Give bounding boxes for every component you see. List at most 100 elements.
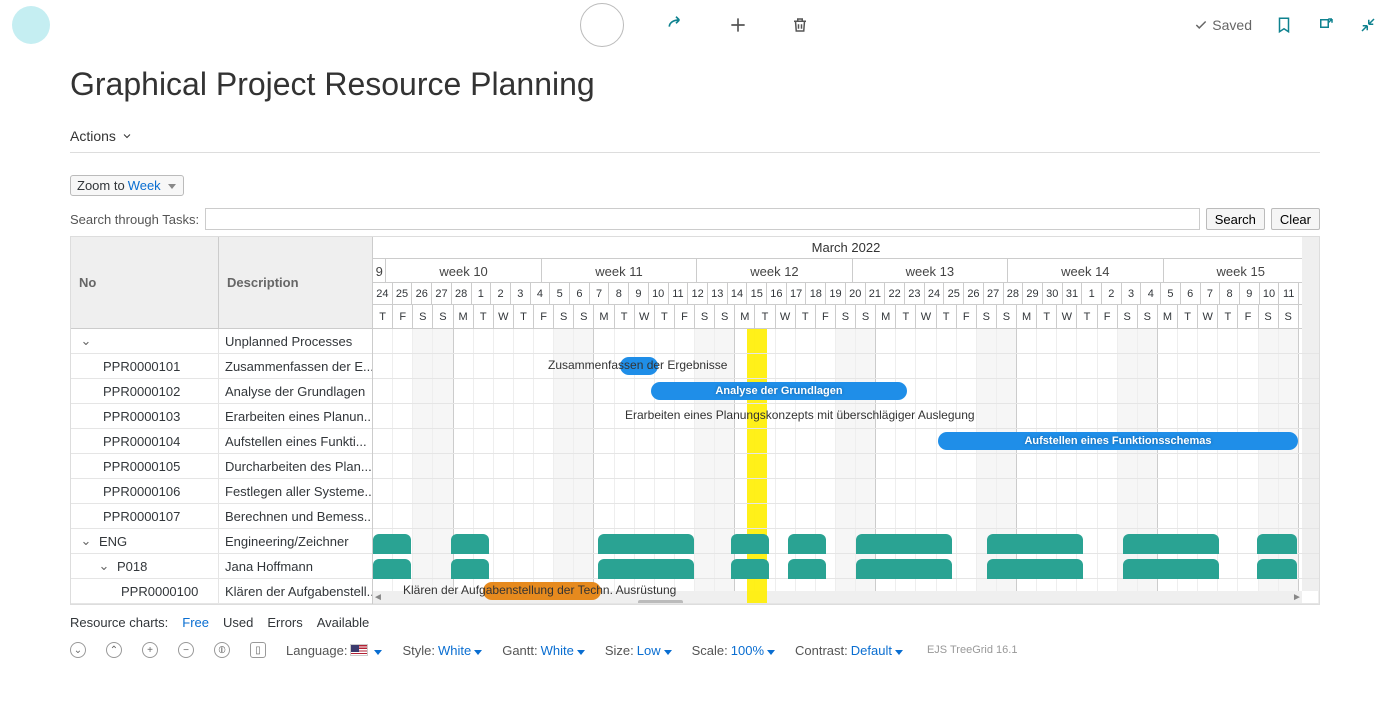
config-zoom-reset-button[interactable]: ⦶ bbox=[214, 642, 230, 658]
table-row[interactable]: PPR0000105Durcharbeiten des Plan... bbox=[71, 454, 372, 479]
search-button[interactable]: Search bbox=[1206, 208, 1265, 230]
gantt-bar[interactable]: Aufstellen eines Funktionsschemas bbox=[938, 432, 1298, 450]
style-select[interactable]: Style:White bbox=[402, 643, 482, 658]
gantt-row[interactable]: Zusammenfassen der Ergebnisse bbox=[373, 354, 1319, 379]
gantt-bar[interactable] bbox=[731, 534, 769, 554]
config-expand-up-button[interactable]: ⌃ bbox=[106, 642, 122, 658]
bookmark-button[interactable] bbox=[1274, 15, 1294, 35]
timeline-day: 12 bbox=[688, 283, 708, 304]
expander-icon[interactable]: ⌄ bbox=[97, 558, 111, 574]
size-select[interactable]: Size:Low bbox=[605, 643, 672, 658]
resource-chart-option[interactable]: Free bbox=[182, 615, 209, 630]
row-description: Festlegen aller Systeme... bbox=[219, 479, 372, 503]
timeline-dow: S bbox=[997, 305, 1017, 328]
delete-button[interactable] bbox=[790, 15, 810, 35]
timeline-day: 14 bbox=[728, 283, 748, 304]
language-select[interactable]: Language: bbox=[286, 643, 382, 658]
zoom-select[interactable]: Zoom to Week bbox=[70, 175, 184, 196]
table-row[interactable]: PPR0000101Zusammenfassen der E... bbox=[71, 354, 372, 379]
gantt-bar[interactable] bbox=[373, 534, 411, 554]
gantt-row[interactable] bbox=[373, 529, 1319, 554]
contrast-select[interactable]: Contrast:Default bbox=[795, 643, 903, 658]
gantt-bar[interactable] bbox=[987, 534, 1083, 554]
timeline-dow: T bbox=[373, 305, 393, 328]
scale-select[interactable]: Scale:100% bbox=[692, 643, 775, 658]
timeline-day: 2 bbox=[1102, 283, 1122, 304]
gantt-bar[interactable] bbox=[731, 559, 769, 579]
gantt-row[interactable] bbox=[373, 504, 1319, 529]
gantt-row[interactable] bbox=[373, 554, 1319, 579]
actions-menu[interactable]: Actions bbox=[70, 128, 133, 144]
gantt-bar[interactable] bbox=[1257, 534, 1297, 554]
collapse-button[interactable] bbox=[1358, 15, 1378, 35]
table-row[interactable]: ⌄Unplanned Processes bbox=[71, 329, 372, 354]
timeline-day: 5 bbox=[550, 283, 570, 304]
config-columns-button[interactable]: ▯ bbox=[250, 642, 266, 658]
resource-chart-option[interactable]: Available bbox=[317, 615, 370, 630]
table-row[interactable]: PPR0000100Klären der Aufgabenstell... bbox=[71, 579, 372, 604]
timeline-week: 9 bbox=[373, 259, 386, 282]
gantt-bar[interactable]: Analyse der Grundlagen bbox=[651, 382, 907, 400]
timeline-day: 9 bbox=[1240, 283, 1260, 304]
table-row[interactable]: ⌄P018Jana Hoffmann bbox=[71, 554, 372, 579]
gantt-bar[interactable] bbox=[598, 534, 694, 554]
config-expand-down-button[interactable]: ⌄ bbox=[70, 642, 86, 658]
table-row[interactable]: PPR0000104Aufstellen eines Funkti... bbox=[71, 429, 372, 454]
gantt-row[interactable]: Analyse der Grundlagen bbox=[373, 379, 1319, 404]
config-zoom-in-button[interactable]: + bbox=[142, 642, 158, 658]
timeline-day: 21 bbox=[866, 283, 886, 304]
table-row[interactable]: ⌄ENGEngineering/Zeichner bbox=[71, 529, 372, 554]
open-new-button[interactable] bbox=[1316, 15, 1336, 35]
table-row[interactable]: PPR0000107Berechnen und Bemess... bbox=[71, 504, 372, 529]
resource-chart-option[interactable]: Errors bbox=[267, 615, 302, 630]
table-row[interactable]: PPR0000102Analyse der Grundlagen bbox=[71, 379, 372, 404]
timeline-day: 6 bbox=[570, 283, 590, 304]
gantt-row[interactable]: Aufstellen eines Funktionsschemas bbox=[373, 429, 1319, 454]
flag-us-icon bbox=[350, 644, 368, 656]
table-row[interactable]: PPR0000106Festlegen aller Systeme... bbox=[71, 479, 372, 504]
gantt-bar[interactable] bbox=[451, 534, 489, 554]
timeline-dow: W bbox=[494, 305, 514, 328]
timeline-day: 5 bbox=[1161, 283, 1181, 304]
add-button[interactable] bbox=[728, 15, 748, 35]
resource-chart-option[interactable]: Used bbox=[223, 615, 253, 630]
gantt-bar[interactable] bbox=[451, 559, 489, 579]
expander-icon[interactable]: ⌄ bbox=[79, 533, 93, 549]
col-header-no[interactable]: No bbox=[71, 237, 219, 328]
timeline-day: 9 bbox=[629, 283, 649, 304]
gantt-select[interactable]: Gantt:White bbox=[502, 643, 585, 658]
expander-icon[interactable]: ⌄ bbox=[79, 333, 93, 349]
gantt-row[interactable]: Klären der Aufgabenstellung der Techn. A… bbox=[373, 579, 1319, 604]
timeline-dow: W bbox=[776, 305, 796, 328]
gantt-row[interactable] bbox=[373, 454, 1319, 479]
col-header-description[interactable]: Description bbox=[219, 237, 372, 328]
gantt-bar[interactable] bbox=[1123, 559, 1219, 579]
row-no: P018 bbox=[117, 559, 147, 574]
gantt-bar[interactable] bbox=[788, 534, 826, 554]
timeline-day: 4 bbox=[1141, 283, 1161, 304]
search-input[interactable] bbox=[205, 208, 1200, 230]
gantt-row[interactable]: Erarbeiten eines Planungskonzepts mit üb… bbox=[373, 404, 1319, 429]
config-zoom-out-button[interactable]: − bbox=[178, 642, 194, 658]
timeline-dow: S bbox=[1259, 305, 1279, 328]
timeline-dow: S bbox=[413, 305, 433, 328]
gantt-bar[interactable] bbox=[856, 559, 952, 579]
share-button[interactable] bbox=[666, 15, 686, 35]
gantt-bar[interactable] bbox=[373, 559, 411, 579]
gantt-bar[interactable] bbox=[1123, 534, 1219, 554]
gantt-row[interactable] bbox=[373, 329, 1319, 354]
gantt-row[interactable] bbox=[373, 479, 1319, 504]
gantt-bar[interactable] bbox=[987, 559, 1083, 579]
gantt-bar[interactable] bbox=[788, 559, 826, 579]
back-button[interactable] bbox=[12, 6, 50, 44]
clear-button[interactable]: Clear bbox=[1271, 208, 1320, 230]
gantt-bar[interactable] bbox=[856, 534, 952, 554]
timeline-dow: T bbox=[655, 305, 675, 328]
gantt-bar[interactable] bbox=[598, 559, 694, 579]
edit-button[interactable] bbox=[580, 3, 624, 47]
timeline-week: week 14 bbox=[1008, 259, 1163, 282]
gantt-bar[interactable] bbox=[1257, 559, 1297, 579]
row-no: PPR0000103 bbox=[103, 409, 180, 424]
table-row[interactable]: PPR0000103Erarbeiten eines Planun... bbox=[71, 404, 372, 429]
timeline-day: 4 bbox=[531, 283, 551, 304]
